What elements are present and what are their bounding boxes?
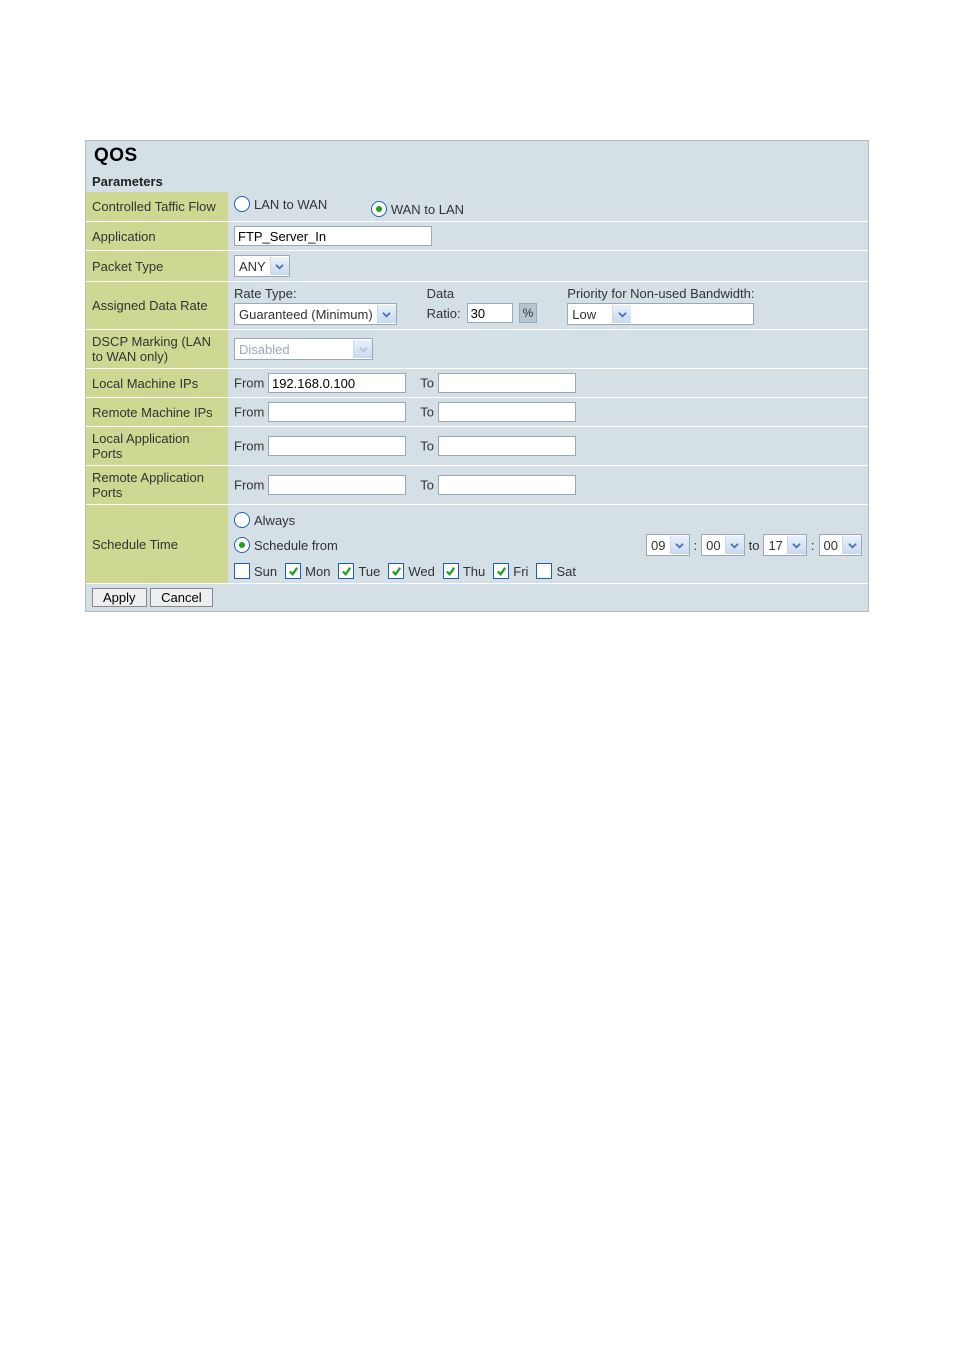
to-label: To [420,405,434,420]
chevron-down-icon [377,305,396,323]
remote-ip-from-input[interactable] [268,402,406,422]
label-remote-ports: Remote Application Ports [86,466,228,505]
day-fri[interactable]: Fri [493,563,528,579]
label-local-ips: Local Machine IPs [86,369,228,398]
percent-unit: % [519,303,538,323]
radio-wan-to-lan[interactable]: WAN to LAN [371,201,464,217]
from-label: From [234,478,264,493]
label-assigned-rate: Assigned Data Rate [86,282,228,330]
radio-label: Always [254,513,295,528]
local-ip-from-input[interactable] [268,373,406,393]
colon: : [811,538,815,553]
colon: : [694,538,698,553]
chevron-down-icon [670,536,689,554]
local-port-from-input[interactable] [268,436,406,456]
label-packet-type: Packet Type [86,251,228,282]
application-input[interactable] [234,226,432,246]
parameters-table: Controlled Taffic Flow LAN to WAN WAN to… [86,192,868,611]
label-dscp: DSCP Marking (LAN to WAN only) [86,330,228,369]
chevron-down-icon [842,536,861,554]
day-mon[interactable]: Mon [285,563,330,579]
to-hour-select[interactable]: 17 [763,534,806,556]
radio-schedule-always[interactable]: Always [234,512,295,528]
day-sat[interactable]: Sat [536,563,576,579]
from-label: From [234,405,264,420]
local-ip-to-input[interactable] [438,373,576,393]
panel-title: QOS [86,141,868,171]
day-wed[interactable]: Wed [388,563,435,579]
chevron-down-icon [353,340,372,358]
from-min-select[interactable]: 00 [701,534,744,556]
data-ratio-label: Data [427,286,454,301]
priority-label: Priority for Non-used Bandwidth: [567,286,754,301]
chevron-down-icon [787,536,806,554]
cancel-button[interactable]: Cancel [150,588,212,607]
apply-button[interactable]: Apply [92,588,147,607]
packet-type-select[interactable]: ANY [234,255,290,277]
remote-ip-to-input[interactable] [438,402,576,422]
remote-port-from-input[interactable] [268,475,406,495]
label-traffic-flow: Controlled Taffic Flow [86,192,228,222]
label-application: Application [86,222,228,251]
data-ratio-label2: Ratio: [427,306,461,321]
to-label: To [420,439,434,454]
qos-panel: QOS Parameters Controlled Taffic Flow LA… [85,140,869,612]
chevron-down-icon [270,257,289,275]
day-thu[interactable]: Thu [443,563,485,579]
chevron-down-icon [725,536,744,554]
to-label: To [420,376,434,391]
day-sun[interactable]: Sun [234,563,277,579]
label-remote-ips: Remote Machine IPs [86,398,228,427]
to-label: To [420,478,434,493]
label-local-ports: Local Application Ports [86,427,228,466]
from-label: From [234,439,264,454]
data-ratio-input[interactable] [467,303,513,323]
dscp-select: Disabled [234,338,373,360]
radio-lan-to-wan[interactable]: LAN to WAN [234,196,327,212]
day-tue[interactable]: Tue [338,563,380,579]
radio-label: Schedule from [254,538,338,553]
chevron-down-icon [612,305,631,323]
label-schedule: Schedule Time [86,505,228,584]
remote-port-to-input[interactable] [438,475,576,495]
section-header: Parameters [86,171,868,192]
local-port-to-input[interactable] [438,436,576,456]
to-label-small: to [749,538,760,553]
radio-label: WAN to LAN [391,202,464,217]
priority-select[interactable]: Low [567,303,754,325]
radio-schedule-from[interactable]: Schedule from [234,537,338,553]
rate-type-label: Rate Type: [234,286,397,301]
radio-label: LAN to WAN [254,197,327,212]
to-min-select[interactable]: 00 [819,534,862,556]
from-hour-select[interactable]: 09 [646,534,689,556]
from-label: From [234,376,264,391]
rate-type-select[interactable]: Guaranteed (Minimum) [234,303,397,325]
